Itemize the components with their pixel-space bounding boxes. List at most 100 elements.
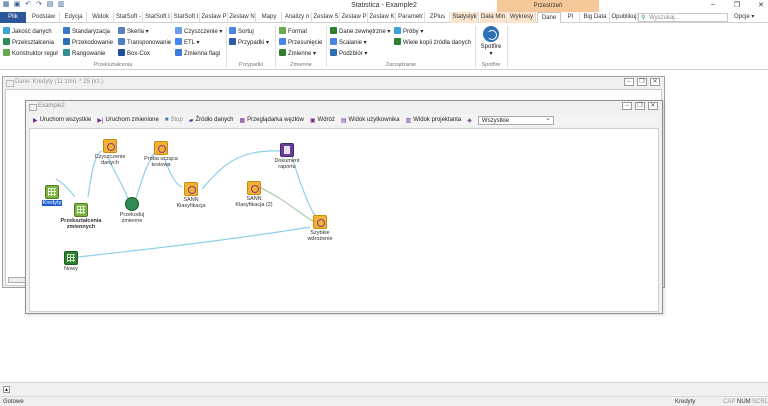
flag-variable-button[interactable]: Zmienna flagi	[175, 49, 220, 58]
multiple-copies-button[interactable]: Wiele kopii źródła danych	[394, 38, 471, 47]
group-label-cases: Przypadki	[238, 62, 264, 68]
cases-icon	[229, 38, 236, 45]
user-view-button[interactable]: ▤ Widok użytkownika	[341, 117, 400, 124]
box-cox-button[interactable]: Box-Cox	[118, 49, 150, 58]
minimize-icon[interactable]: –	[622, 102, 632, 110]
node-przeksztalcenia[interactable]: Przekształcenia zmiennych	[58, 203, 104, 230]
play-changed-icon: ▶|	[97, 117, 104, 124]
node-czyszczenie[interactable]: Czyszczenie danych	[92, 139, 128, 166]
tab-analizy[interactable]: Analizy n	[283, 12, 312, 23]
spotfire-icon	[483, 26, 499, 42]
stop-button[interactable]: ■ Stop	[165, 117, 183, 123]
restore-icon[interactable]: ❐	[635, 102, 645, 110]
options-menu[interactable]: Opcje ▾	[734, 13, 754, 22]
variables-button[interactable]: Zmienne ▾	[279, 49, 316, 58]
subset-button[interactable]: Podzbiór ▾	[330, 49, 367, 58]
sort-button[interactable]: Sortuj	[229, 27, 254, 36]
workspace-toolbar: ▶ Uruchom wszystkie ▶| Uruchom zmienione ■…	[29, 114, 659, 126]
data-quality-button[interactable]: Jakość danych	[3, 27, 52, 36]
node-wdrozenie[interactable]: Szybkie wdrożenie	[301, 215, 339, 242]
node-browser-button[interactable]: ▦ Przeglądarka węzłów	[239, 117, 303, 124]
workflow-canvas[interactable]: Kredyty Przekształcenia zmiennych Czyszc…	[29, 128, 659, 312]
close-icon[interactable]: ✕	[756, 1, 766, 9]
tab-parametr[interactable]: Parametr	[397, 12, 425, 23]
tab-widok[interactable]: Widok	[88, 12, 114, 23]
search-input[interactable]: ⚲ Wyszukaj...	[638, 13, 728, 22]
node-filter-select[interactable]: Wszystkie	[477, 115, 554, 125]
tab-edycja[interactable]: Edycja	[61, 12, 87, 23]
designer-view-button[interactable]: ▥ Widok projektanta	[406, 117, 462, 124]
status-scrl: SCRL	[752, 399, 768, 405]
format-button[interactable]: Format	[279, 27, 307, 36]
close-icon[interactable]: ✕	[648, 102, 658, 110]
node-nowy[interactable]: Nowy	[60, 251, 82, 272]
merge-button[interactable]: Scalanie ▾	[330, 38, 367, 47]
tab-zestaw-p[interactable]: Zestaw P	[201, 12, 228, 23]
expand-panel-icon[interactable]: ▲	[3, 386, 10, 393]
filter-icon-button[interactable]: ◈	[467, 117, 472, 124]
run-changed-button[interactable]: ▶| Uruchom zmienione	[97, 117, 159, 124]
tab-data-mining[interactable]: Data Min	[480, 12, 507, 23]
recode-button[interactable]: Przekodowanie	[63, 38, 113, 47]
tab-statsoft-3[interactable]: StatSoft I	[173, 12, 200, 23]
window-controls: – ❐ ✕	[708, 1, 766, 9]
sann-node-icon	[184, 182, 198, 196]
node-sann1[interactable]: SANN Klasyfikacja	[175, 182, 207, 209]
tab-statsoft-1[interactable]: StatSoft -	[115, 12, 143, 23]
data-quality-icon	[3, 27, 10, 34]
external-data-button[interactable]: Dane zewnętrzne ▾	[330, 27, 390, 36]
restore-icon[interactable]: ❐	[732, 1, 742, 9]
group-label-management: Zarządzanie	[385, 62, 417, 68]
close-icon[interactable]: ✕	[650, 78, 660, 86]
group-separator	[326, 26, 327, 67]
minimize-icon[interactable]: –	[624, 78, 634, 86]
external-data-icon	[330, 27, 337, 34]
workspace-window-title: Example2	[26, 101, 662, 112]
shift-icon	[279, 38, 286, 45]
tab-statystyki[interactable]: Statystyk	[451, 12, 479, 23]
tab-wykresy[interactable]: Wykresy	[508, 12, 536, 23]
box-cox-icon	[118, 49, 125, 56]
minimize-icon[interactable]: –	[708, 1, 718, 9]
rule-builder-button[interactable]: Konstruktor reguł	[3, 49, 58, 58]
node-przekoduj[interactable]: Przekoduj zmienne	[117, 197, 147, 224]
node-proba[interactable]: Próba ucząca testowa	[142, 141, 180, 168]
data-source-button[interactable]: ▰ Źródło danych	[189, 117, 234, 124]
node-raport[interactable]: Dokument raportu	[270, 143, 304, 170]
tab-zestaw-p2[interactable]: Zestaw P	[341, 12, 368, 23]
spotfire-button[interactable]: Spotfire ▾	[478, 26, 504, 57]
tab-statsoft-2[interactable]: StatSoft I	[144, 12, 172, 23]
cases-button[interactable]: Przypadki ▾	[229, 38, 269, 47]
tab-zplus[interactable]: ZPlus	[426, 12, 450, 23]
tab-podstawy[interactable]: Podstaw	[28, 12, 60, 23]
tab-pi[interactable]: PI	[562, 12, 580, 23]
skerla-button[interactable]: Skerla ▾	[118, 27, 149, 36]
shift-button[interactable]: Przesunięcie	[279, 38, 322, 47]
tab-zestaw-k[interactable]: Zestaw K	[369, 12, 396, 23]
node-sann2[interactable]: SANN Klasyfikacja (2)	[233, 181, 275, 208]
tab-mapy[interactable]: Mapy	[257, 12, 282, 23]
ribbon-dane: Jakość danych Przekształcenia Konstrukto…	[0, 23, 768, 70]
sample-node-icon	[154, 141, 168, 155]
tab-file[interactable]: Plik	[0, 12, 26, 23]
user-view-icon: ▤	[340, 117, 347, 124]
tab-opublikuj[interactable]: Opublikuj	[611, 12, 638, 23]
search-placeholder: Wyszukaj...	[649, 15, 680, 21]
new-data-node-icon	[64, 251, 78, 265]
tab-zestaw-s[interactable]: Zestaw S	[313, 12, 340, 23]
report-node-icon	[280, 143, 294, 157]
standardization-button[interactable]: Standaryzacja	[63, 27, 110, 36]
transformations-button[interactable]: Przekształcenia	[3, 38, 54, 47]
window-title: Statistica - Example2	[351, 2, 417, 9]
tab-big-data[interactable]: Big Data	[581, 12, 610, 23]
ranking-button[interactable]: Rangowanie	[63, 49, 105, 58]
samples-button[interactable]: Próby ▾	[394, 27, 423, 36]
workspace-window[interactable]: Example2 – ❐ ✕ ▶ Uruchom wszystkie ▶| Uruc…	[25, 100, 663, 314]
etl-button[interactable]: ETL ▾	[175, 38, 199, 47]
deploy-button[interactable]: ▣ Wdróż	[310, 117, 335, 124]
restore-icon[interactable]: ❐	[637, 78, 647, 86]
run-all-button[interactable]: ▶ Uruchom wszystkie	[33, 117, 91, 124]
cleaning-button[interactable]: Czyszczenie ▾	[175, 27, 222, 36]
tab-zestaw-n[interactable]: Zestaw N	[229, 12, 256, 23]
transpose-button[interactable]: Transponowanie	[118, 38, 171, 47]
